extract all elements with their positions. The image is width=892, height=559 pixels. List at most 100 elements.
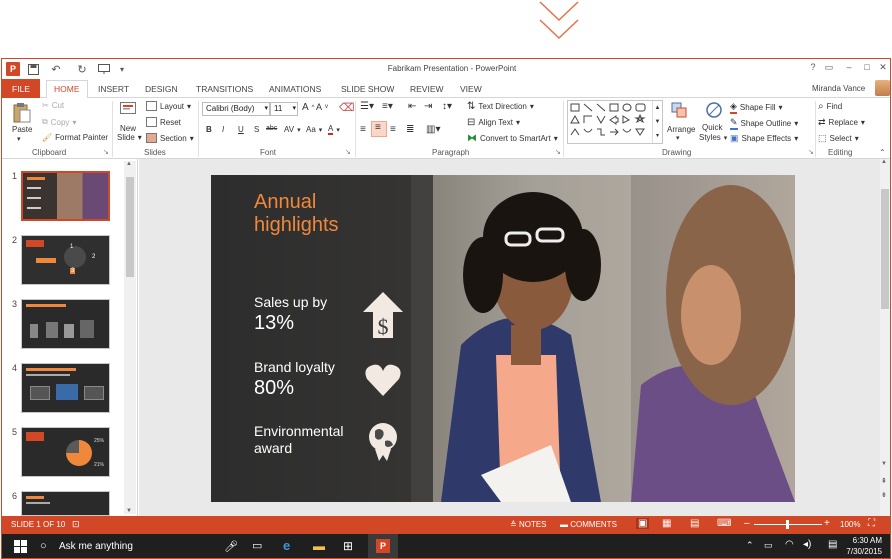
sales-value[interactable]: 13% [254,312,294,335]
file-explorer-icon[interactable]: ▬ [313,539,325,553]
tab-transitions[interactable]: TRANSITIONS [190,82,259,96]
notes-button[interactable]: ≙ NOTES [510,520,547,529]
edge-icon[interactable]: e [283,538,290,553]
slide-thumbnail-6[interactable] [21,491,110,516]
action-center-icon[interactable]: ▤ [828,539,837,550]
wifi-icon[interactable]: ◠ [785,539,794,550]
zoom-slider[interactable] [754,520,822,529]
slide-thumbnail-2[interactable]: 1 2 3 [21,235,110,285]
zoom-level[interactable]: 100% [840,520,860,529]
search-icon[interactable]: ○ [40,540,47,552]
start-presentation-icon[interactable] [96,62,112,76]
align-text-button[interactable]: ⊟ Align Text ▾ [467,117,520,128]
thumbnail-scrollbar[interactable]: ▲ ▼ [124,161,136,514]
scroll-down-icon[interactable]: ▼ [126,508,132,514]
collapse-ribbon-icon[interactable]: ⌃ [879,148,886,157]
paragraph-launcher-icon[interactable]: ↘ [555,148,561,156]
powerpoint-taskbar-button[interactable]: P [368,534,398,558]
fit-slide-icon[interactable]: ⛶ [868,518,875,529]
microphone-icon[interactable]: 🎤︎ [224,540,238,553]
current-slide[interactable]: Annual highlights Sales up by 13% $ Bran… [211,175,795,502]
quick-styles-label[interactable]: Quick [702,123,722,132]
slide-scrollbar[interactable]: ▲ ▼ ⇞ ⇟ [880,159,890,516]
user-name[interactable]: Miranda Vance [812,84,865,93]
shape-effects-button[interactable]: ▣ Shape Effects ▾ [730,133,798,144]
slide-thumbnail-3[interactable] [21,299,110,349]
shape-outline-button[interactable]: ✎ Shape Outline ▾ [730,117,798,130]
arrange-icon[interactable] [670,101,688,121]
font-launcher-icon[interactable]: ↘ [345,148,351,156]
align-left-icon[interactable]: ≡ [360,124,366,135]
font-family-select[interactable]: Calibri (Body) ▾ [202,102,270,116]
globe-award-icon[interactable] [365,421,401,463]
replace-button[interactable]: ⇄ Replace ▾ [818,117,865,128]
paste-button[interactable]: Paste [12,125,32,134]
slide-scroll-thumb[interactable] [881,189,889,309]
tab-file[interactable]: FILE [2,79,40,98]
shapes-gallery[interactable]: ▲ ▼ ▾ [567,100,663,144]
quick-styles-button[interactable]: Styles ▾ [699,133,727,142]
new-slide-button[interactable]: Slide ▾ [117,133,142,142]
select-button[interactable]: ⬚ Select ▾ [818,133,859,144]
format-painter-button[interactable]: 🖌 Format Painter [42,133,108,142]
text-shadow-button[interactable]: S [254,125,259,134]
increase-indent-icon[interactable]: ⇥ [424,101,432,112]
italic-button[interactable]: I [222,125,224,134]
grow-font-icon[interactable]: A ^ [302,102,315,113]
cut-button[interactable]: ✂ Cut [42,101,64,110]
tab-home[interactable]: HOME [46,80,88,99]
next-slide-icon[interactable]: ⇟ [881,491,887,499]
task-view-icon[interactable]: ▭ [252,539,262,552]
close-icon[interactable]: ✕ [874,62,890,76]
slide-title[interactable]: Annual highlights [254,191,339,237]
character-spacing-button[interactable]: AV ▾ [284,125,301,134]
redo-icon[interactable]: ↻ [74,62,90,76]
paste-icon[interactable] [12,102,32,123]
shape-fill-button[interactable]: ◈ Shape Fill ▾ [730,101,783,114]
justify-icon[interactable]: ≣ [406,124,414,135]
undo-icon[interactable]: ↶ [48,62,64,76]
layout-button[interactable]: Layout ▾ [146,101,191,111]
windows-start-icon[interactable] [14,540,27,556]
environmental-award-label[interactable]: Environmental award [254,423,344,457]
align-center-button[interactable]: ≡ [371,121,387,137]
previous-slide-icon[interactable]: ⇞ [881,477,887,485]
tab-design[interactable]: DESIGN [139,82,184,96]
columns-icon[interactable]: ▥▾ [426,124,440,135]
volume-icon[interactable]: ◂) [803,539,811,550]
slide-thumbnail-1[interactable] [21,171,110,221]
shrink-font-icon[interactable]: Av [316,102,328,112]
tab-review[interactable]: REVIEW [404,82,450,96]
copy-button[interactable]: ⧉ Copy ▾ [42,117,76,127]
zoom-out-icon[interactable]: – [744,518,750,529]
slide-scroll-down-icon[interactable]: ▼ [881,461,887,467]
tab-insert[interactable]: INSERT [92,82,135,96]
comments-button[interactable]: ▬ COMMENTS [560,520,617,529]
slide-thumbnail-5[interactable]: 25% 21% [21,427,110,477]
numbering-icon[interactable]: ≡▾ [382,101,393,112]
tab-animations[interactable]: ANIMATIONS [263,82,327,96]
align-right-icon[interactable]: ≡ [390,124,396,135]
slide-scroll-up-icon[interactable]: ▲ [881,159,887,165]
convert-smartart-button[interactable]: ⧓ Convert to SmartArt ▾ [467,133,558,144]
section-button[interactable]: Section ▾ [146,133,194,143]
slide-show-icon[interactable]: ⌨ [717,518,731,529]
normal-view-icon[interactable]: ▣ [636,518,650,529]
font-size-select[interactable]: 11 ▾ [270,102,298,116]
minimize-icon[interactable]: – [840,62,858,76]
clipboard-launcher-icon[interactable]: ↘ [103,148,109,156]
arrange-button[interactable]: Arrange [667,125,695,134]
new-slide-label[interactable]: New [120,124,136,133]
reading-view-icon[interactable]: ▤ [690,518,699,529]
clear-formatting-icon[interactable]: ⌫ [339,101,355,114]
sales-label[interactable]: Sales up by [254,294,327,310]
quick-styles-icon[interactable] [705,101,723,121]
cortana-search-box[interactable]: Ask me anything [59,541,133,552]
thumbnail-scroll-thumb[interactable] [126,177,134,277]
font-color-button[interactable]: A ▾ [328,124,340,135]
show-hidden-icons-icon[interactable]: ⌃ [746,540,754,551]
zoom-in-icon[interactable]: + [824,518,830,529]
decrease-indent-icon[interactable]: ⇤ [408,101,416,112]
underline-button[interactable]: U [238,125,244,134]
arrange-dropdown-icon[interactable]: ▾ [676,134,680,142]
